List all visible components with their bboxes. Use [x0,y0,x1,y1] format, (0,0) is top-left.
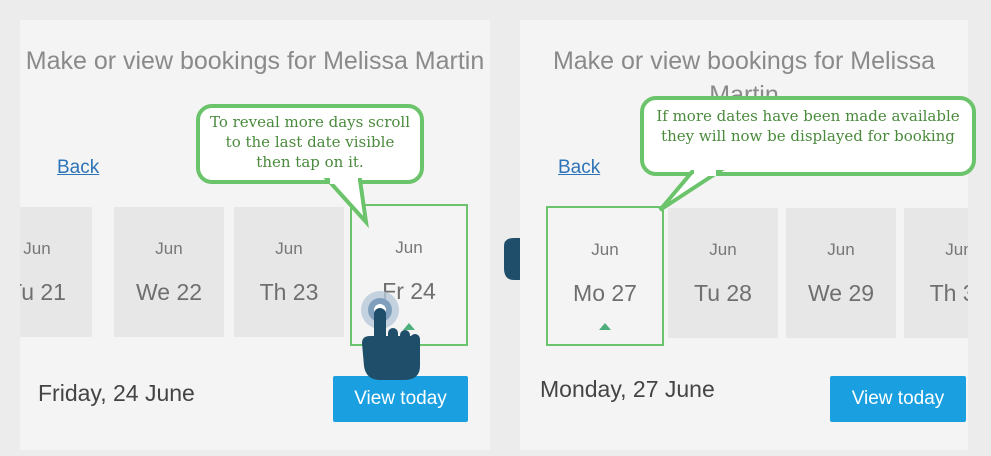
selected-marker-icon [599,323,611,330]
info-callout: If more dates have been made available t… [640,96,976,176]
date-day: Tu 28 [694,280,752,306]
callout-tail [658,170,725,212]
date-strip: Jun Mo 27 Jun Tu 28 Jun We 29 Jun Th 30 [520,206,968,346]
date-card[interactable]: Jun We 29 [786,208,896,338]
date-month: Jun [827,240,855,259]
date-month: Jun [155,239,183,258]
date-day: Mo 27 [573,280,637,306]
instruction-callout: To reveal more days scroll to the last d… [196,104,424,184]
tap-hand-icon [361,291,420,380]
date-day: We 29 [807,280,875,306]
view-today-button[interactable]: View today [830,376,966,422]
date-card[interactable]: Jun Tu 28 [668,208,778,338]
date-month: Jun [945,240,968,259]
date-card[interactable]: Jun Th 30 [904,208,968,338]
view-today-button[interactable]: View today [333,376,468,422]
right-booking-panel: Make or view bookings for Melissa Martin… [520,20,968,450]
date-month: Jun [709,240,737,259]
date-day: We 22 [135,279,203,305]
date-month: Jun [395,238,423,257]
tutorial-frame: Make or view bookings for Melissa Martin… [0,0,991,456]
back-link[interactable]: Back [558,157,600,179]
callout-tail [323,178,369,228]
date-day: Th 30 [929,280,968,306]
selected-date-label: Monday, 27 June [540,376,715,402]
date-card[interactable]: Jun We 22 [114,207,224,337]
date-month: Jun [23,239,51,258]
date-card-selected[interactable]: Jun Mo 27 [546,206,664,346]
date-month: Jun [591,240,619,259]
date-day: Tu 21 [20,279,66,305]
back-link[interactable]: Back [57,157,99,179]
date-card[interactable]: Jun Tu 21 [20,207,92,337]
date-month: Jun [275,239,303,258]
left-booking-panel: Make or view bookings for Melissa Martin… [20,20,490,450]
selected-date-label: Friday, 24 June [38,380,195,406]
page-title: Make or view bookings for Melissa Martin [25,47,485,75]
date-day: Th 23 [259,279,319,305]
